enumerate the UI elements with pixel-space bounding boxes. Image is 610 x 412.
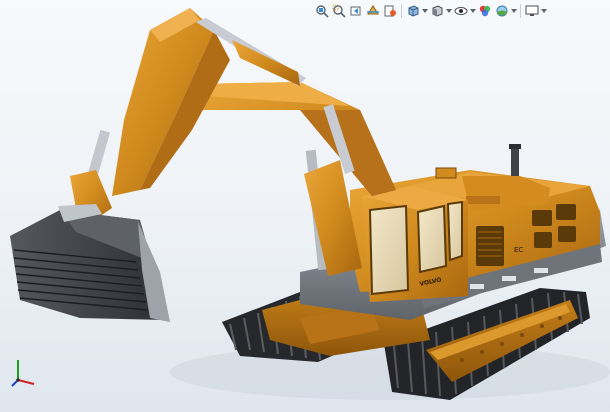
counterweight-decal: EC (514, 246, 523, 254)
display-style-caret-icon[interactable] (446, 3, 452, 19)
excavator-model[interactable]: EC VOLVO (0, 0, 610, 412)
edit-appearance-icon[interactable] (477, 3, 493, 19)
view-settings-caret-icon[interactable] (541, 3, 547, 19)
graphics-area[interactable]: EC VOLVO (0, 0, 610, 412)
hide-show-items-icon[interactable] (453, 3, 469, 19)
zoom-to-area-icon[interactable] (331, 3, 347, 19)
reference-triad[interactable] (8, 356, 40, 388)
view-orientation-caret-icon[interactable] (422, 3, 428, 19)
display-style-icon[interactable] (429, 3, 445, 19)
zoom-to-fit-icon[interactable] (314, 3, 330, 19)
section-view-icon[interactable] (365, 3, 381, 19)
toolbar-separator (401, 4, 402, 18)
heads-up-view-toolbar (314, 2, 547, 20)
view-settings-icon[interactable] (524, 3, 540, 19)
apply-scene-icon[interactable] (494, 3, 510, 19)
hide-show-caret-icon[interactable] (470, 3, 476, 19)
view-orientation-icon[interactable] (405, 3, 421, 19)
apply-scene-caret-icon[interactable] (511, 3, 517, 19)
bucket[interactable] (10, 170, 170, 322)
dynamic-annotation-icon[interactable] (382, 3, 398, 19)
previous-view-icon[interactable] (348, 3, 364, 19)
toolbar-separator-2 (520, 4, 521, 18)
